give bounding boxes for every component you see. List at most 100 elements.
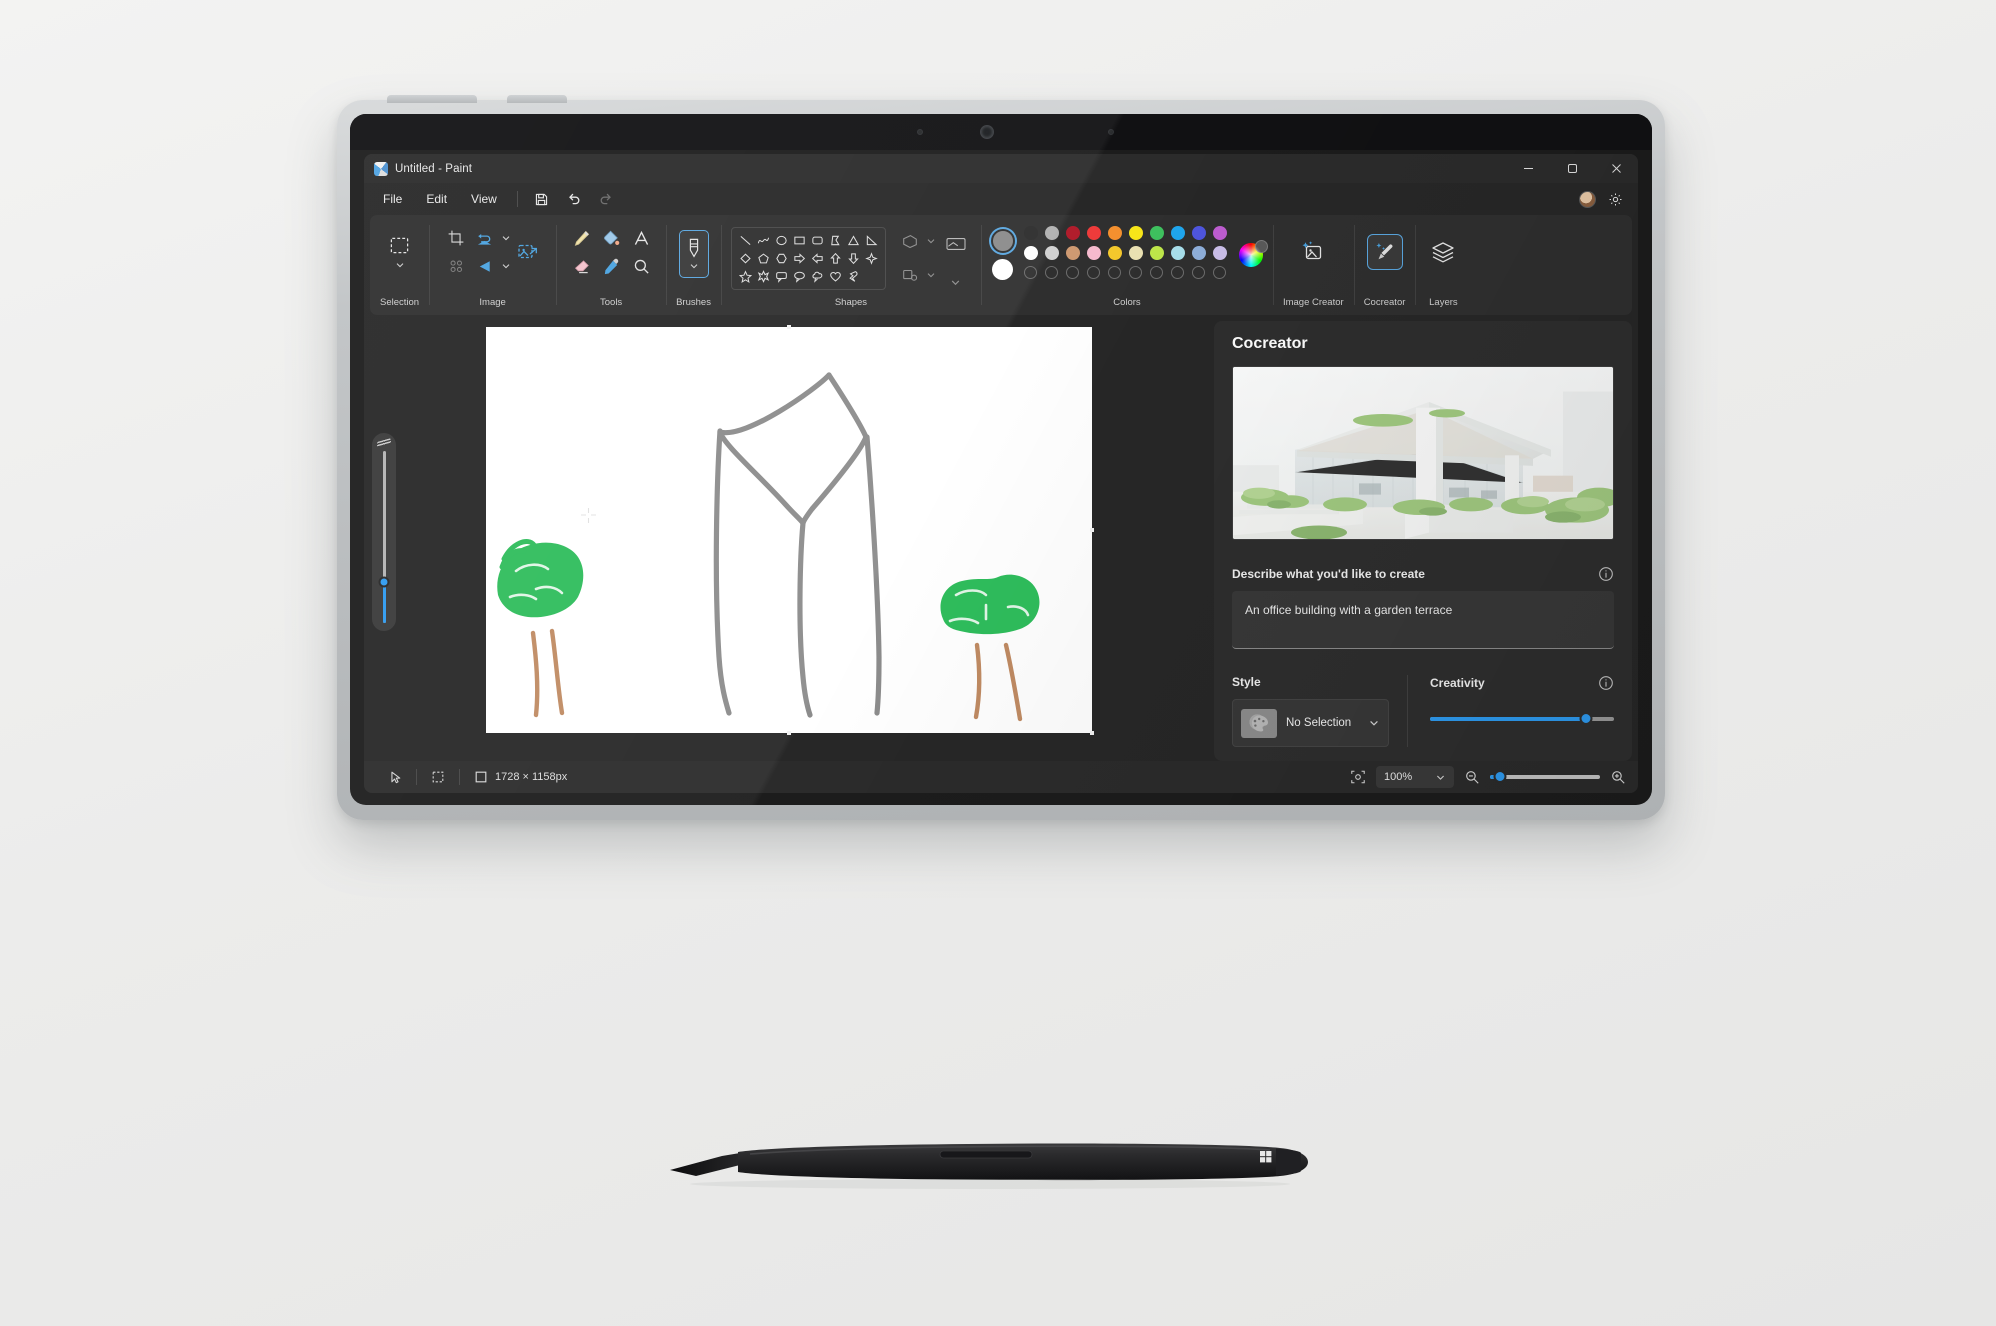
ribbon-group-cocreator[interactable]: Cocreator [1353, 215, 1416, 315]
menu-item-file[interactable]: File [372, 187, 413, 211]
ribbon-group-image-creator[interactable]: Image Creator [1272, 215, 1354, 315]
brush-slider-track[interactable] [378, 451, 390, 623]
shape-right-triangle[interactable] [865, 234, 878, 247]
color-swatch[interactable] [1107, 226, 1122, 240]
chevron-down-icon[interactable] [926, 236, 936, 246]
color-wheel-icon[interactable] [1238, 239, 1268, 267]
shape-polygon[interactable] [829, 234, 842, 247]
rotate-icon[interactable] [470, 251, 500, 281]
prompt-input[interactable]: An office building with a garden terrace [1232, 590, 1614, 649]
color-swatch[interactable] [1023, 246, 1038, 260]
color-swatch[interactable] [1191, 226, 1206, 240]
shape-hexagon[interactable] [775, 252, 788, 265]
creativity-slider-thumb[interactable] [1579, 712, 1593, 725]
fill-bucket-icon[interactable] [596, 223, 626, 253]
zoom-in-icon[interactable] [1610, 769, 1626, 785]
chevron-down-icon[interactable] [926, 270, 936, 280]
color-swatch[interactable] [1170, 246, 1185, 260]
shape-left-arrow[interactable] [811, 252, 824, 265]
color-swatch[interactable] [1191, 246, 1206, 260]
color-swatch[interactable] [1149, 246, 1164, 260]
cocreator-preview-image[interactable] [1232, 366, 1614, 540]
custom-color-slot[interactable] [1107, 266, 1121, 279]
shape-four-point-star[interactable] [865, 251, 878, 265]
close-button[interactable] [1594, 154, 1638, 183]
custom-color-slot[interactable] [1086, 266, 1100, 279]
secondary-color-swatch[interactable] [992, 259, 1014, 280]
style-dropdown[interactable]: No Selection [1232, 699, 1389, 747]
shape-triangle[interactable] [847, 234, 860, 247]
canvas-handle-top[interactable] [787, 325, 791, 329]
menu-item-edit[interactable]: Edit [415, 187, 458, 211]
color-swatch[interactable] [1086, 246, 1101, 260]
paint-canvas[interactable] [486, 327, 1092, 733]
shape-right-arrow[interactable] [793, 252, 806, 265]
shape-pentagon[interactable] [757, 252, 770, 265]
color-swatch[interactable] [1044, 246, 1059, 260]
text-icon[interactable] [626, 223, 656, 253]
primary-color-swatch[interactable] [990, 229, 1015, 253]
shape-fill-icon[interactable] [895, 260, 925, 290]
color-swatch[interactable] [1128, 226, 1143, 240]
color-swatch[interactable] [1086, 226, 1101, 240]
shape-rounded-rectangular-callout[interactable] [775, 270, 788, 283]
color-swatch[interactable] [1044, 226, 1059, 240]
redo-icon[interactable] [591, 187, 621, 211]
save-icon[interactable] [527, 187, 557, 211]
shape-oval[interactable] [775, 234, 788, 247]
magnifier-icon[interactable] [626, 251, 656, 281]
brush-slider-thumb[interactable] [378, 576, 390, 588]
color-swatch[interactable] [1149, 226, 1164, 240]
chevron-down-icon[interactable] [950, 277, 961, 288]
chevron-down-icon[interactable] [501, 233, 511, 243]
image-resize-icon[interactable] [510, 234, 546, 270]
shape-heart[interactable] [829, 270, 842, 283]
transparent-selection-icon[interactable] [441, 251, 471, 281]
color-swatch[interactable] [1170, 226, 1185, 240]
shape-outline-icon[interactable] [895, 226, 925, 256]
info-icon[interactable] [1598, 675, 1614, 691]
shape-up-arrow[interactable] [829, 252, 842, 265]
color-swatch[interactable] [1107, 246, 1122, 260]
info-icon[interactable] [1598, 566, 1614, 582]
shape-six-point-star[interactable] [757, 269, 770, 283]
chevron-down-icon[interactable] [1435, 772, 1446, 783]
brush-size-slider[interactable] [372, 433, 396, 631]
maximize-button[interactable] [1550, 154, 1594, 183]
custom-color-slot[interactable] [1149, 266, 1163, 279]
chevron-down-icon[interactable] [395, 260, 405, 270]
settings-gear-icon[interactable] [1600, 187, 1630, 211]
custom-color-slot[interactable] [1128, 266, 1142, 279]
shape-stack-icon[interactable] [941, 229, 971, 259]
shape-oval-callout[interactable] [793, 270, 806, 283]
zoom-out-icon[interactable] [1464, 769, 1480, 785]
eyedropper-icon[interactable] [596, 251, 626, 281]
shape-down-arrow[interactable] [847, 252, 860, 265]
ribbon-group-layers[interactable]: Layers [1415, 215, 1471, 315]
chevron-down-icon[interactable] [1368, 717, 1380, 729]
layers-icon[interactable] [1425, 234, 1461, 270]
crop-icon[interactable] [441, 223, 471, 253]
image-creator-icon[interactable] [1295, 234, 1331, 270]
custom-color-slot[interactable] [1212, 266, 1226, 279]
shape-five-point-star[interactable] [738, 269, 752, 283]
color-swatch[interactable] [1212, 226, 1227, 240]
fit-to-window-icon[interactable] [1350, 769, 1366, 785]
pencil-icon[interactable] [566, 223, 596, 253]
custom-color-slot[interactable] [1170, 266, 1184, 279]
brush-icon[interactable] [678, 230, 709, 278]
canvas-handle-right[interactable] [1090, 528, 1094, 532]
custom-color-slot[interactable] [1023, 266, 1037, 279]
shape-diamond[interactable] [739, 252, 752, 265]
chevron-down-icon[interactable] [501, 261, 511, 271]
edit-colors-icon[interactable] [1254, 239, 1268, 253]
shape-cloud-callout[interactable] [811, 270, 824, 283]
chevron-down-icon[interactable] [689, 261, 699, 271]
shape-rounded-rectangle[interactable] [811, 234, 824, 247]
resize-skew-icon[interactable] [470, 223, 500, 253]
creativity-slider[interactable] [1430, 712, 1614, 725]
color-swatch[interactable] [1065, 226, 1080, 240]
rectangular-selection-icon[interactable] [385, 230, 415, 260]
custom-color-slot[interactable] [1065, 266, 1079, 279]
custom-color-slot[interactable] [1191, 266, 1205, 279]
